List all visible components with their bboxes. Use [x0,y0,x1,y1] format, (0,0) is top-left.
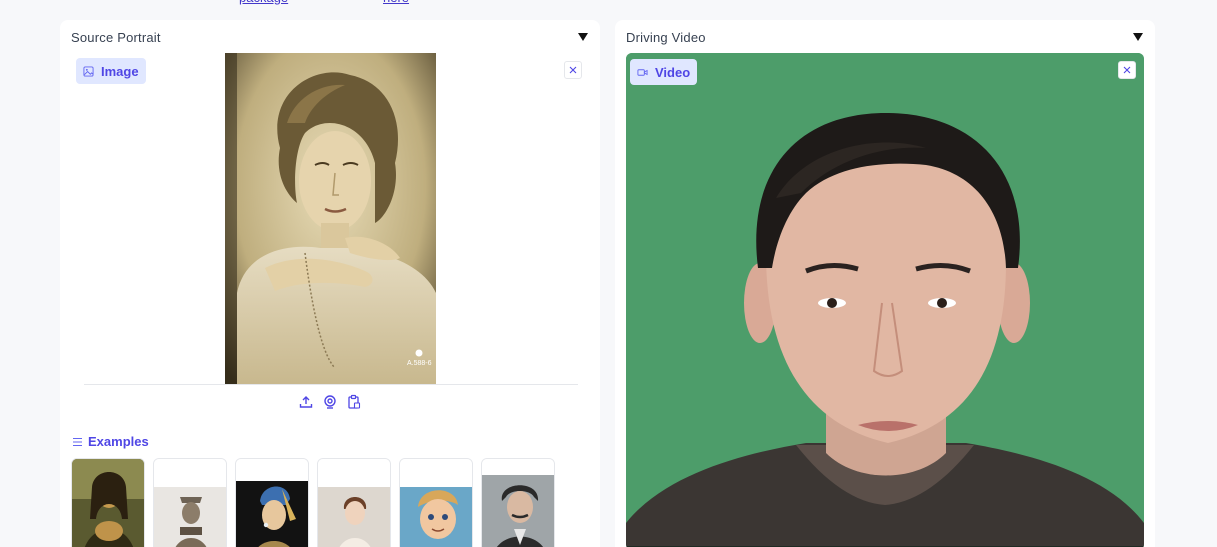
image-divider [84,384,578,385]
collapse-triangle-icon[interactable] [577,31,589,43]
video-badge-label: Video [655,64,691,80]
driving-video-panel: Driving Video Video [615,20,1155,547]
image-badge: Image [76,58,146,84]
source-portrait-label: Source Portrait [71,30,161,45]
clipboard-icon[interactable] [346,394,362,410]
driving-video-player[interactable] [626,53,1144,547]
example-cartoon-boy[interactable] [399,458,473,547]
here-link[interactable]: here [383,0,409,5]
package-link[interactable]: package [239,0,288,5]
video-icon [637,68,648,76]
example-terracotta-warrior[interactable] [153,458,227,547]
examples-label: Examples [88,434,149,449]
example-mona-lisa[interactable] [71,458,145,547]
examples-heading: Examples [72,434,149,449]
examples-gallery [71,458,555,547]
list-icon [73,437,82,446]
collapse-triangle-icon[interactable] [1132,31,1144,43]
example-girl-with-pearl-earring[interactable] [235,458,309,547]
video-badge: Video [630,59,698,85]
close-icon [569,66,577,74]
image-icon [83,65,94,77]
source-portrait-image: A.588-6 [225,53,436,384]
portrait-caption: A.588-6 [407,360,432,367]
image-source-toolbar [298,394,362,410]
example-einstein[interactable] [481,458,555,547]
clear-video-button[interactable] [1118,61,1136,79]
source-portrait-panel: Source Portrait Image A.588-6 Examples [60,20,600,547]
top-links: package here [0,0,1217,5]
webcam-icon[interactable] [322,394,338,410]
close-icon [1123,66,1131,74]
upload-icon[interactable] [298,394,314,410]
image-badge-label: Image [101,63,139,79]
example-child-portrait[interactable] [317,458,391,547]
driving-video-label: Driving Video [626,30,706,45]
clear-image-button[interactable] [564,61,582,79]
